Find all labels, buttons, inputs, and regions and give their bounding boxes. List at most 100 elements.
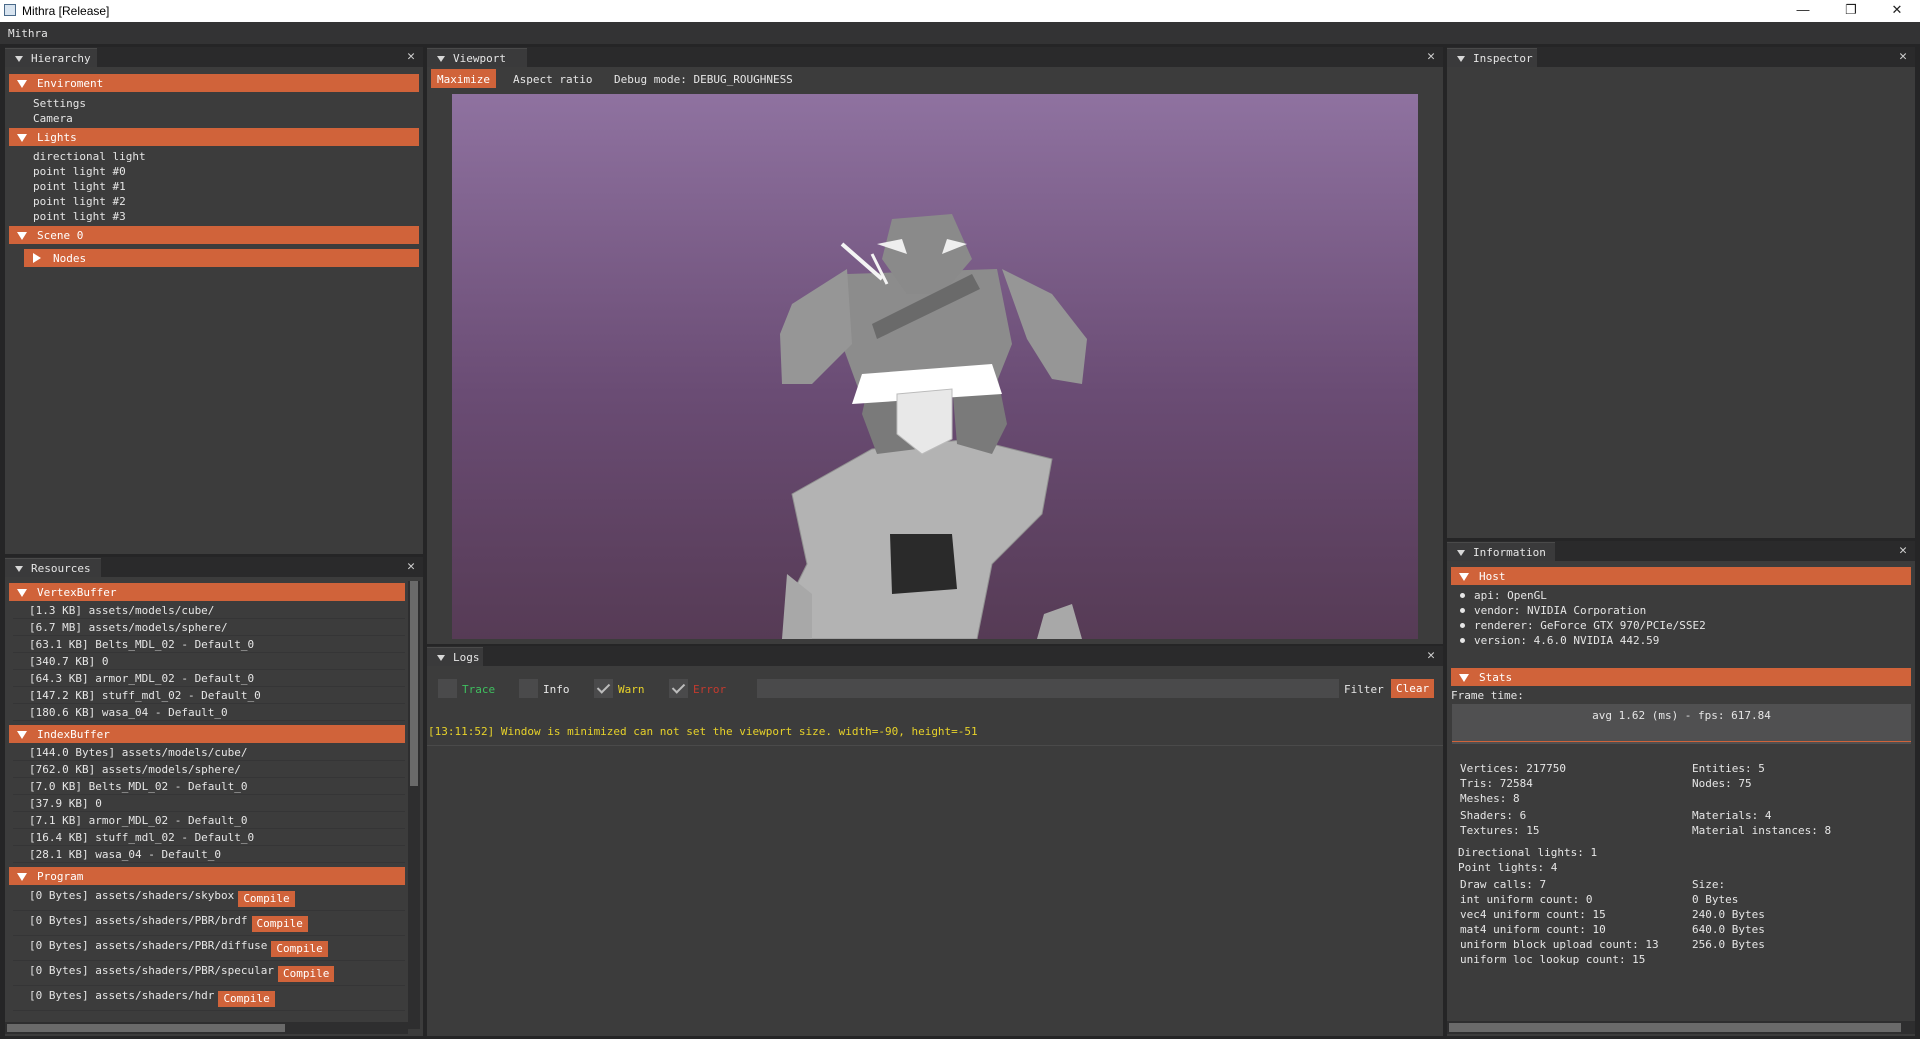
information-panel: Information ✕ Host api: OpenGL vendor: N…	[1447, 541, 1915, 1036]
expanded-arrow-icon	[17, 873, 27, 881]
stat-entities: Entities: 5	[1692, 762, 1765, 775]
warn-checkbox[interactable]	[594, 679, 613, 698]
tab-hierarchy[interactable]: Hierarchy	[5, 48, 97, 67]
list-item[interactable]: [7.0 KB] Belts_MDL_02 - Default_0	[13, 778, 405, 795]
compile-button[interactable]: Compile	[251, 916, 308, 932]
stat-directional-lights: Directional lights: 1	[1458, 846, 1598, 859]
list-item[interactable]: [37.9 KB] 0	[13, 795, 405, 812]
stat-size-int: 0 Bytes	[1692, 893, 1739, 906]
minimize-button[interactable]: —	[1780, 0, 1826, 22]
compile-button[interactable]: Compile	[278, 966, 335, 982]
tree-item-point-light-1[interactable]: point light #1	[33, 180, 126, 193]
maximize-toggle-button[interactable]: Maximize	[431, 69, 496, 88]
list-item[interactable]: [147.2 KB] stuff_mdl_02 - Default_0	[13, 687, 405, 704]
menu-mithra[interactable]: Mithra	[8, 27, 48, 40]
hierarchy-close-icon[interactable]: ✕	[407, 50, 415, 63]
list-item[interactable]: [762.0 KB] assets/models/sphere/	[13, 761, 405, 778]
section-enviroment-label: Enviroment	[37, 77, 104, 90]
tab-menu-arrow-icon[interactable]	[15, 56, 23, 62]
list-item[interactable]: [63.1 KB] Belts_MDL_02 - Default_0	[13, 636, 405, 653]
list-item: [0 Bytes] assets/shaders/PBR/brdf Compile	[13, 911, 405, 936]
frame-time-label: Frame time:	[1451, 689, 1524, 702]
viewport-render[interactable]	[452, 94, 1418, 639]
error-label: Error	[693, 683, 727, 696]
section-stats[interactable]: Stats	[1451, 668, 1911, 686]
expanded-arrow-icon	[17, 731, 27, 739]
information-tabbar: Information ✕	[1447, 541, 1915, 561]
tab-menu-arrow-icon[interactable]	[437, 655, 445, 661]
tab-hierarchy-label: Hierarchy	[31, 52, 91, 65]
logs-divider	[427, 745, 1443, 746]
logs-close-icon[interactable]: ✕	[1427, 649, 1435, 662]
section-host[interactable]: Host	[1451, 567, 1911, 585]
aspect-ratio-button[interactable]: Aspect ratio	[507, 69, 598, 88]
stat-shaders: Shaders: 6	[1460, 809, 1527, 822]
list-item[interactable]: [340.7 KB] 0	[13, 653, 405, 670]
list-item[interactable]: [28.1 KB] wasa_04 - Default_0	[13, 846, 405, 863]
tab-viewport-label: Viewport	[453, 52, 506, 65]
debug-mode-button[interactable]: Debug mode: DEBUG_ROUGHNESS	[608, 69, 799, 88]
tree-item-nodes-label: Nodes	[53, 252, 87, 265]
stat-size-vec4: 240.0 Bytes	[1692, 908, 1765, 921]
tree-item-directional-light[interactable]: directional light	[33, 150, 146, 163]
tab-information[interactable]: Information	[1447, 542, 1555, 561]
list-item[interactable]: [7.1 KB] armor_MDL_02 - Default_0	[13, 812, 405, 829]
list-item[interactable]: [144.0 Bytes] assets/models/cube/	[13, 744, 405, 761]
list-item[interactable]: [6.7 MB] assets/models/sphere/	[13, 619, 405, 636]
log-filter-input[interactable]	[757, 679, 1339, 698]
trace-checkbox[interactable]	[438, 679, 457, 698]
resources-tabbar: Resources ✕	[5, 557, 423, 577]
frame-time-summary: avg 1.62 (ms) - fps: 617.84	[1592, 709, 1771, 722]
tab-menu-arrow-icon[interactable]	[1457, 550, 1465, 556]
section-program[interactable]: Program	[9, 867, 405, 885]
compile-button[interactable]: Compile	[271, 941, 328, 957]
tree-item-settings[interactable]: Settings	[33, 97, 86, 110]
resources-scroll-thumb[interactable]	[410, 581, 418, 786]
section-scene-0[interactable]: Scene 0	[9, 226, 419, 244]
error-checkbox[interactable]	[669, 679, 688, 698]
info-checkbox[interactable]	[519, 679, 538, 698]
tree-item-point-light-0[interactable]: point light #0	[33, 165, 126, 178]
expanded-arrow-icon	[17, 134, 27, 142]
inspector-close-icon[interactable]: ✕	[1899, 50, 1907, 63]
clear-logs-button[interactable]: Clear	[1391, 679, 1435, 698]
section-indexbuffer[interactable]: IndexBuffer	[9, 725, 405, 743]
resources-scrollbar[interactable]	[408, 581, 420, 1029]
viewport-close-icon[interactable]: ✕	[1427, 50, 1435, 63]
log-entry-warning: [13:11:52] Window is minimized can not s…	[428, 725, 978, 738]
tab-resources[interactable]: Resources	[5, 558, 101, 577]
list-item[interactable]: [64.3 KB] armor_MDL_02 - Default_0	[13, 670, 405, 687]
tab-menu-arrow-icon[interactable]	[437, 56, 445, 62]
section-lights[interactable]: Lights	[9, 128, 419, 146]
tree-item-point-light-2[interactable]: point light #2	[33, 195, 126, 208]
tab-logs[interactable]: Logs	[427, 647, 483, 666]
section-enviroment[interactable]: Enviroment	[9, 74, 419, 92]
tree-item-point-light-3[interactable]: point light #3	[33, 210, 126, 223]
list-item: [0 Bytes] assets/shaders/PBR/diffuse Comp…	[13, 936, 405, 961]
list-item[interactable]: [1.3 KB] assets/models/cube/	[13, 602, 405, 619]
tree-item-camera[interactable]: Camera	[33, 112, 73, 125]
information-hscrollbar[interactable]	[1447, 1021, 1915, 1034]
trace-label: Trace	[462, 683, 496, 696]
list-item[interactable]: [16.4 KB] stuff_mdl_02 - Default_0	[13, 829, 405, 846]
resources-hscroll-thumb[interactable]	[7, 1024, 285, 1032]
section-vertexbuffer[interactable]: VertexBuffer	[9, 583, 405, 601]
frame-time-graph: avg 1.62 (ms) - fps: 617.84	[1452, 704, 1911, 744]
close-window-button[interactable]: ✕	[1874, 0, 1920, 22]
information-hscroll-thumb[interactable]	[1449, 1023, 1901, 1032]
maximize-button[interactable]: ❐	[1828, 0, 1874, 22]
compile-button[interactable]: Compile	[238, 891, 295, 907]
resources-close-icon[interactable]: ✕	[407, 560, 415, 573]
resources-hscrollbar[interactable]	[5, 1022, 408, 1034]
tab-viewport[interactable]: Viewport	[427, 48, 527, 67]
information-close-icon[interactable]: ✕	[1899, 544, 1907, 557]
tab-menu-arrow-icon[interactable]	[1457, 56, 1465, 62]
stat-materials: Materials: 4	[1692, 809, 1772, 822]
stat-tris: Tris: 72584	[1460, 777, 1533, 790]
tab-inspector[interactable]: Inspector	[1447, 48, 1537, 67]
tree-item-nodes[interactable]: Nodes	[24, 249, 419, 267]
expanded-arrow-icon	[17, 80, 27, 88]
list-item[interactable]: [180.6 KB] wasa_04 - Default_0	[13, 704, 405, 721]
compile-button[interactable]: Compile	[218, 991, 275, 1007]
tab-menu-arrow-icon[interactable]	[15, 566, 23, 572]
